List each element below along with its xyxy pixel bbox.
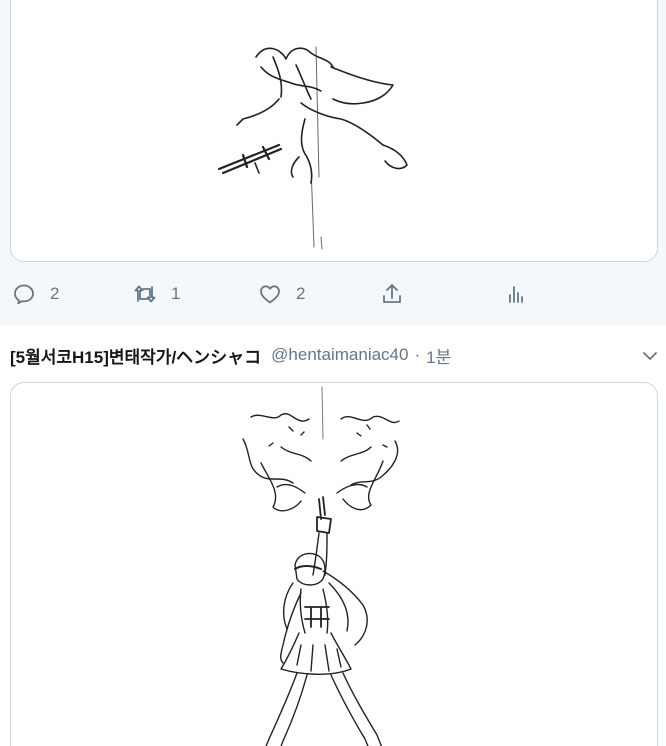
tweet-header: [5월서코H15]변태작가/ヘンシャコ @hentaimaniac40 · 1분	[10, 343, 451, 368]
analytics-icon	[509, 286, 523, 303]
tweet-previous[interactable]: 2 1 2	[0, 0, 666, 326]
header-separator: ·	[414, 345, 421, 364]
author-handle[interactable]: @hentaimaniac40	[271, 345, 408, 365]
retweet-count: 1	[171, 284, 181, 303]
analytics-button[interactable]	[504, 282, 528, 306]
reply-count: 2	[50, 284, 60, 303]
tweet-actions-bar: 2 1 2	[0, 270, 666, 318]
reply-icon	[14, 284, 34, 305]
chevron-down-icon	[643, 352, 657, 360]
share-button[interactable]	[380, 282, 404, 306]
reply-button[interactable]: 2	[12, 282, 59, 306]
tweet-media-image[interactable]	[10, 0, 658, 262]
like-button[interactable]: 2	[258, 282, 305, 306]
sketch-drawing-firing	[242, 386, 400, 746]
tweet-media-image-2[interactable]	[10, 382, 658, 746]
like-icon	[260, 285, 280, 304]
tweet-menu-button[interactable]	[640, 346, 660, 371]
author-display-name[interactable]: [5월서코H15]변태작가/ヘンシャコ	[10, 343, 261, 368]
share-icon	[383, 284, 401, 303]
sketch-drawing-jump	[217, 46, 408, 250]
like-count: 2	[296, 284, 306, 303]
retweet-button[interactable]: 1	[133, 282, 180, 306]
retweet-icon	[134, 285, 156, 303]
tweet-timestamp[interactable]: 1분	[426, 343, 451, 368]
